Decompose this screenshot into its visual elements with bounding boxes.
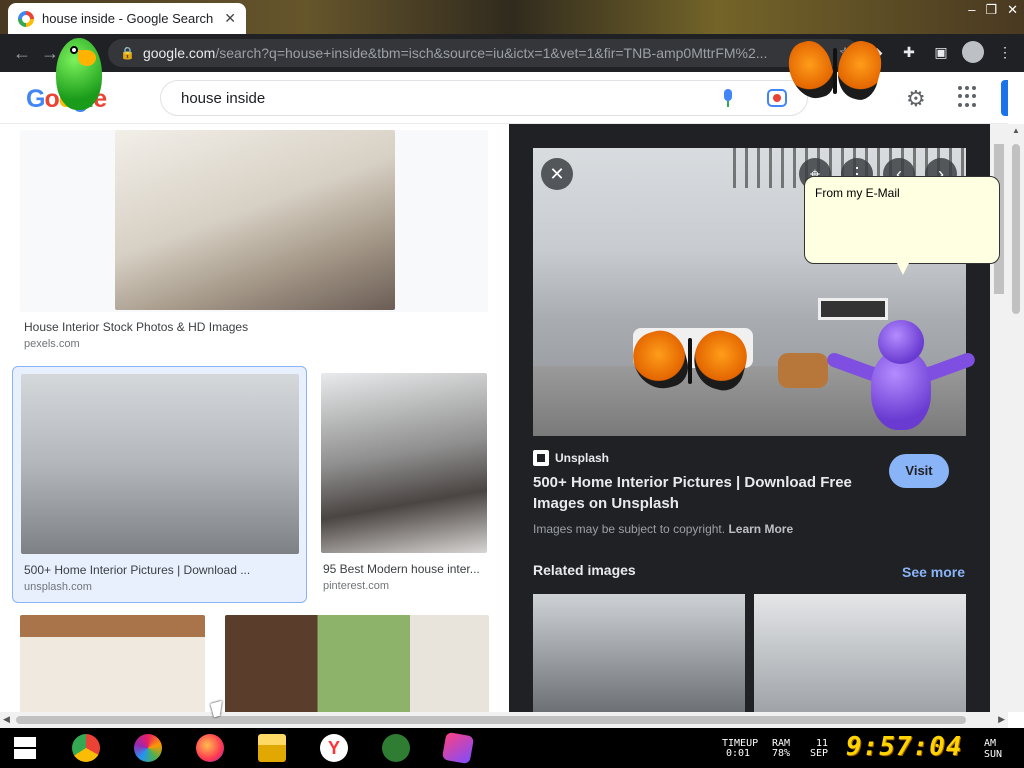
app-icon[interactable] (382, 734, 410, 762)
date-month: SEP (810, 748, 829, 759)
result-card[interactable] (20, 615, 205, 712)
firefox-icon[interactable] (196, 734, 224, 762)
result-source: pexels.com (24, 338, 80, 350)
yandex-browser-icon[interactable] (320, 734, 348, 762)
ram-value: 78% (772, 748, 791, 759)
parrot-mascot[interactable] (48, 28, 110, 120)
horizontal-scroll-thumb[interactable] (16, 716, 966, 724)
scroll-up-icon[interactable]: ▲ (1012, 126, 1020, 135)
visit-button[interactable]: Visit (889, 454, 949, 488)
window-controls: – ❐ ✕ (968, 2, 1018, 18)
window-close-icon[interactable]: ✕ (1007, 2, 1018, 18)
related-image[interactable] (754, 594, 966, 712)
windows-taskbar: TIMEUP 0:01 RAM 78% 11 SEP 9:57:04 AM SU… (0, 728, 1024, 768)
microphone-icon[interactable] (721, 89, 735, 107)
result-thumbnail[interactable] (115, 130, 395, 310)
see-more-link[interactable]: See more (902, 564, 965, 580)
learn-more-link[interactable]: Learn More (728, 522, 793, 536)
vertical-scroll-thumb[interactable] (1012, 144, 1020, 314)
preview-table (778, 353, 828, 388)
scroll-left-icon[interactable]: ◀ (3, 714, 10, 725)
preview-title[interactable]: 500+ Home Interior Pictures | Download F… (533, 472, 863, 514)
timeup-value: 0:01 (726, 748, 751, 759)
result-caption[interactable]: House Interior Stock Photos & HD Images (24, 320, 484, 334)
file-explorer-icon[interactable] (258, 734, 286, 762)
scroll-right-icon[interactable]: ▶ (998, 714, 1005, 725)
preview-source-name: Unsplash (555, 451, 610, 465)
gem-app-icon[interactable] (441, 731, 475, 765)
chrome-icon[interactable] (72, 734, 100, 762)
result-card[interactable] (225, 615, 489, 712)
result-thumbnail[interactable] (225, 615, 489, 712)
preview-close-icon[interactable]: ✕ (541, 158, 573, 190)
copyright-notice: Images may be subject to copyright. Lear… (533, 522, 794, 536)
related-image[interactable] (533, 594, 745, 712)
preview-source[interactable]: Unsplash (533, 450, 609, 466)
photos-icon[interactable] (134, 734, 162, 762)
settings-gear-icon[interactable]: ⚙ (906, 86, 926, 112)
sidepanel-icon[interactable]: ▣ (930, 41, 952, 63)
sign-in-button[interactable] (1001, 80, 1008, 116)
butterfly-overlay (627, 325, 753, 398)
url-host: google.com (142, 45, 216, 61)
browser-title-bar: house inside - Google Search ✕ – ❐ ✕ (0, 0, 1024, 34)
address-bar[interactable]: 🔒 google.com /search?q=house+inside&tbm=… (108, 39, 860, 67)
result-card[interactable]: 95 Best Modern house inter... pinterest.… (320, 373, 488, 603)
result-card[interactable]: House Interior Stock Photos & HD Images … (20, 130, 488, 356)
butterfly-overlay (783, 36, 887, 106)
search-input[interactable]: house inside (160, 80, 808, 116)
purple-gorilla-assistant[interactable] (825, 320, 977, 432)
result-caption[interactable]: 95 Best Modern house inter... (323, 562, 485, 576)
windows-start-icon[interactable] (14, 737, 36, 759)
google-favicon-icon (18, 10, 34, 27)
horizontal-scrollbar[interactable]: ◀ ▶ (0, 712, 1008, 728)
result-caption[interactable]: 500+ Home Interior Pictures | Download .… (24, 563, 294, 577)
puzzle-icon[interactable]: ✚ (898, 41, 920, 63)
result-source: unsplash.com (24, 581, 92, 593)
tab-title: house inside - Google Search (42, 11, 214, 26)
result-thumbnail[interactable] (20, 615, 205, 712)
speech-bubble[interactable]: From my E-Mail (804, 176, 1000, 275)
google-lens-icon[interactable] (767, 89, 787, 107)
image-results: House Interior Stock Photos & HD Images … (0, 124, 508, 712)
preview-fireplace (818, 298, 888, 320)
unsplash-icon (533, 450, 549, 466)
back-icon[interactable]: ← (8, 39, 36, 67)
restore-icon[interactable]: ❐ (985, 2, 997, 18)
menu-kebab-icon[interactable]: ⋮ (994, 41, 1016, 63)
clock-ampm: AM SUN (984, 738, 1003, 760)
page-vertical-scrollbar[interactable]: ▲ (1008, 124, 1024, 712)
url-path: /search?q=house+inside&tbm=isch&source=i… (215, 45, 768, 61)
result-card-selected[interactable]: 500+ Home Interior Pictures | Download .… (12, 366, 307, 603)
search-query[interactable]: house inside (181, 90, 721, 107)
result-thumbnail[interactable] (21, 374, 299, 554)
taskbar-clock[interactable]: 9:57:04 (846, 732, 963, 762)
apps-grid-icon[interactable] (958, 86, 980, 108)
profile-avatar[interactable] (962, 41, 984, 63)
tab-close-icon[interactable]: ✕ (224, 10, 236, 27)
related-images-heading: Related images (533, 562, 636, 578)
browser-tab[interactable]: house inside - Google Search ✕ (8, 3, 246, 34)
result-source: pinterest.com (323, 580, 390, 592)
lock-icon: 🔒 (120, 46, 135, 60)
minimize-icon[interactable]: – (968, 2, 975, 18)
result-thumbnail[interactable] (321, 373, 487, 553)
